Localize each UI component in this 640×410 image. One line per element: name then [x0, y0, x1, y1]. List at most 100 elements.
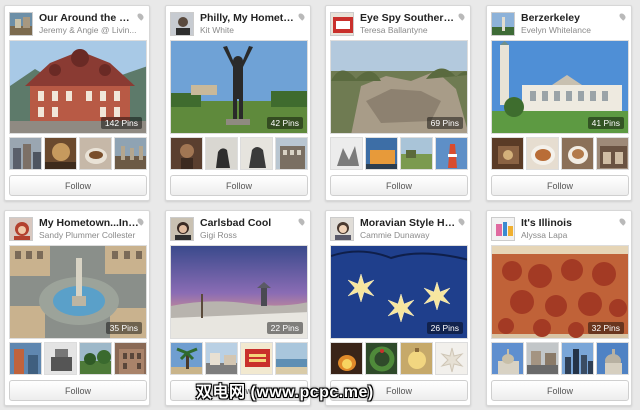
thumbnail-strip — [9, 342, 147, 375]
thumbnail[interactable] — [365, 137, 398, 170]
board-cover[interactable]: 35 Pins — [9, 245, 147, 339]
board-title[interactable]: Carlsbad Cool — [200, 217, 300, 229]
avatar[interactable] — [330, 217, 354, 241]
dome-photo — [597, 343, 628, 374]
sign-photo — [241, 343, 272, 374]
board-card[interactable]: Philly, My Hometown Kit White 42 Pins Fo… — [165, 5, 311, 201]
thumbnail[interactable] — [400, 137, 433, 170]
board-card[interactable]: Eye Spy Southern Ill... Teresa Ballantyn… — [325, 5, 471, 201]
board-card[interactable]: Carlsbad Cool Gigi Ross 22 Pins Follow — [165, 210, 311, 406]
landscape-photo — [401, 138, 432, 169]
avatar[interactable] — [330, 12, 354, 36]
avatar[interactable] — [170, 12, 194, 36]
memorial-photo — [45, 343, 76, 374]
storefront-photo — [597, 138, 628, 169]
thumbnail[interactable] — [44, 137, 77, 170]
thumbnail[interactable] — [9, 342, 42, 375]
thumbnail[interactable] — [330, 342, 363, 375]
star-photo — [436, 343, 467, 374]
thumbnail[interactable] — [9, 137, 42, 170]
thumbnail[interactable] — [400, 342, 433, 375]
board-owner[interactable]: Gigi Ross — [200, 230, 310, 240]
avatar[interactable] — [491, 217, 515, 241]
thumbnail[interactable] — [240, 342, 273, 375]
board-owner[interactable]: Sandy Plummer Collester — [39, 230, 149, 240]
board-cover[interactable]: 69 Pins — [330, 40, 468, 134]
follow-button[interactable]: Follow — [491, 380, 629, 401]
thumbnail[interactable] — [435, 342, 468, 375]
board-owner[interactable]: Cammie Dunaway — [360, 230, 470, 240]
thumbnail[interactable] — [44, 342, 77, 375]
board-owner[interactable]: Teresa Ballantyne — [360, 25, 470, 35]
sign-photo — [366, 138, 397, 169]
board-owner[interactable]: Kit White — [200, 25, 310, 35]
board-title[interactable]: Our Around the Wor... — [39, 12, 139, 24]
thumbnail[interactable] — [491, 342, 524, 375]
thumbnail[interactable] — [205, 137, 238, 170]
thumbnail[interactable] — [114, 137, 147, 170]
follow-button[interactable]: Follow — [330, 175, 468, 196]
thumbnail[interactable] — [114, 342, 147, 375]
thumbnail[interactable] — [79, 137, 112, 170]
board-title[interactable]: My Hometown...India... — [39, 217, 139, 229]
pins-count: 42 Pins — [266, 117, 303, 129]
thumbnail-strip — [9, 137, 147, 170]
avatar[interactable] — [9, 217, 33, 241]
thumbnail[interactable] — [79, 342, 112, 375]
street-photo — [527, 343, 558, 374]
thumbnail[interactable] — [205, 342, 238, 375]
city-photo — [10, 138, 41, 169]
thumbnail[interactable] — [526, 342, 559, 375]
board-owner[interactable]: Alyssa Lapa — [521, 230, 631, 240]
board-card[interactable]: Berzerkeley Evelyn Whitelance 41 Pins Fo… — [486, 5, 632, 201]
thumbnail[interactable] — [561, 342, 594, 375]
board-title[interactable]: Philly, My Hometown — [200, 12, 300, 24]
thumbnail-strip — [170, 137, 308, 170]
board-title[interactable]: Eye Spy Southern Ill... — [360, 12, 460, 24]
board-cover[interactable]: 22 Pins — [170, 245, 308, 339]
board-owner[interactable]: Jeremy & Angie @ Livin... — [39, 25, 149, 35]
board-cover[interactable]: 42 Pins — [170, 40, 308, 134]
pins-count: 35 Pins — [105, 322, 142, 334]
thumbnail[interactable] — [365, 342, 398, 375]
thumbnail-strip — [330, 137, 468, 170]
avatar[interactable] — [9, 12, 33, 36]
thumbnail[interactable] — [561, 137, 594, 170]
thumbnail[interactable] — [170, 342, 203, 375]
lighthouse-photo — [436, 138, 467, 169]
thumbnail-strip — [330, 342, 468, 375]
board-owner[interactable]: Evelyn Whitelance — [521, 25, 631, 35]
ruins-photo — [115, 138, 146, 169]
board-title[interactable]: Berzerkeley — [521, 12, 621, 24]
board-title[interactable]: It's Illinois — [521, 217, 621, 229]
thumbnail[interactable] — [275, 342, 308, 375]
follow-button[interactable]: Follow — [9, 175, 147, 196]
board-title[interactable]: Moravian Style Holi... — [360, 217, 460, 229]
avatar[interactable] — [491, 12, 515, 36]
avatar[interactable] — [170, 217, 194, 241]
follow-button[interactable]: Follow — [170, 175, 308, 196]
board-cover[interactable]: 32 Pins — [491, 245, 629, 339]
pins-count: 69 Pins — [426, 117, 463, 129]
thumbnail[interactable] — [240, 137, 273, 170]
shore-photo — [276, 343, 307, 374]
thumbnail[interactable] — [526, 137, 559, 170]
thumbnail[interactable] — [275, 137, 308, 170]
follow-button[interactable]: Follow — [9, 380, 147, 401]
thumbnail[interactable] — [330, 137, 363, 170]
follow-button[interactable]: Follow — [491, 175, 629, 196]
thumbnail[interactable] — [596, 342, 629, 375]
board-card[interactable]: It's Illinois Alyssa Lapa 32 Pins Follow — [486, 210, 632, 406]
board-card[interactable]: Moravian Style Holi... Cammie Dunaway 26… — [325, 210, 471, 406]
thumbnail[interactable] — [435, 137, 468, 170]
board-card[interactable]: Our Around the Wor... Jeremy & Angie @ L… — [4, 5, 150, 201]
board-card[interactable]: My Hometown...India... Sandy Plummer Col… — [4, 210, 150, 406]
thumbnail[interactable] — [491, 137, 524, 170]
board-cover[interactable]: 142 Pins — [9, 40, 147, 134]
thumbnail[interactable] — [170, 137, 203, 170]
thumbnail[interactable] — [596, 137, 629, 170]
painting-photo — [331, 138, 362, 169]
bronze-photo — [241, 138, 272, 169]
board-cover[interactable]: 41 Pins — [491, 40, 629, 134]
board-cover[interactable]: 26 Pins — [330, 245, 468, 339]
